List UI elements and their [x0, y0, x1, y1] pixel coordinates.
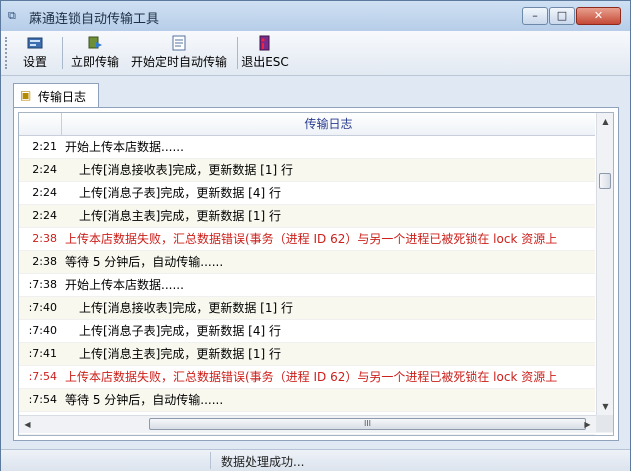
- row-message: 等待 5 分钟后，自动传输......: [65, 393, 224, 407]
- scroll-right-icon[interactable]: ▶: [579, 416, 596, 433]
- window-title: 蔴通连锁自动传输工具: [29, 12, 160, 27]
- transfer-now-button[interactable]: 立即传输: [67, 35, 123, 71]
- app-icon: ⧉: [8, 9, 16, 22]
- scrollbar-corner: [596, 415, 613, 432]
- settings-label: 设置: [22, 55, 47, 69]
- start-auto-transfer-button[interactable]: 开始定时自动传输: [127, 35, 231, 71]
- settings-button[interactable]: 设置: [13, 35, 57, 71]
- tab-transfer-log-label: 传输日志: [38, 90, 87, 104]
- row-message: 上传本店数据失败，汇总数据错误(事务（进程 ID 62）与另一个进程已被死锁在 …: [65, 370, 558, 384]
- start-auto-transfer-label: 开始定时自动传输: [130, 55, 227, 69]
- status-text: 数据处理成功...: [221, 455, 305, 469]
- exit-door-icon: [257, 35, 273, 51]
- vertical-scroll-thumb[interactable]: [599, 173, 611, 189]
- toolbar: 设置 立即传输 开始定时自动传输 退出ESC: [1, 31, 630, 76]
- table-row[interactable]: 2:38 上传本店数据失败，汇总数据错误(事务（进程 ID 62）与另一个进程已被…: [19, 228, 595, 251]
- app-window: ⧉ 蔴通连锁自动传输工具 – □ ✕ 设置 立即传输 开始定时自动传输 退出ES…: [0, 0, 631, 471]
- log-icon: ▣: [20, 88, 32, 102]
- row-time: 2:24: [32, 186, 57, 199]
- log-rows: 2:21 开始上传本店数据...... 2:24 上传[消息接收表]完成，更新数据 […: [19, 136, 595, 435]
- row-message: 上传[消息主表]完成，更新数据 [1] 行: [79, 209, 281, 223]
- tab-transfer-log[interactable]: ▣ 传输日志: [13, 83, 99, 107]
- row-time: :7:54: [28, 370, 57, 383]
- row-time: :7:40: [28, 301, 57, 314]
- transfer-now-label: 立即传输: [70, 55, 119, 69]
- toolbar-separator: [237, 37, 238, 69]
- table-row[interactable]: 2:38 等待 5 分钟后，自动传输......: [19, 251, 595, 274]
- status-bar: 数据处理成功...: [1, 449, 630, 471]
- row-time: :7:40: [28, 324, 57, 337]
- table-row[interactable]: 2:21 开始上传本店数据......: [19, 136, 595, 159]
- toolbar-separator: [62, 37, 63, 69]
- toolbar-grip[interactable]: [5, 37, 10, 69]
- exit-button[interactable]: 退出ESC: [241, 35, 289, 71]
- table-row[interactable]: :7:40 上传[消息接收表]完成，更新数据 [1] 行: [19, 297, 595, 320]
- table-row[interactable]: :7:40 上传[消息子表]完成，更新数据 [4] 行: [19, 320, 595, 343]
- row-time: 2:38: [32, 232, 57, 245]
- row-message: 上传[消息接收表]完成，更新数据 [1] 行: [79, 301, 293, 315]
- row-message: 上传本店数据失败，汇总数据错误(事务（进程 ID 62）与另一个进程已被死锁在 …: [65, 232, 558, 246]
- row-time: 2:38: [32, 255, 57, 268]
- row-message: 开始上传本店数据......: [65, 140, 184, 154]
- schedule-icon: [171, 35, 187, 51]
- log-grid: 传输日志 2:21 开始上传本店数据...... 2:24 上传[消息接收表]完成，更…: [18, 112, 614, 436]
- scroll-up-icon[interactable]: ▲: [597, 113, 613, 130]
- settings-icon: [27, 35, 43, 51]
- table-row[interactable]: 2:24 上传[消息子表]完成，更新数据 [4] 行: [19, 182, 595, 205]
- vertical-scrollbar[interactable]: ▲ ▼: [596, 113, 613, 415]
- table-row[interactable]: :7:54 上传本店数据失败，汇总数据错误(事务（进程 ID 62）与另一个进程已…: [19, 366, 595, 389]
- row-message: 上传[消息子表]完成，更新数据 [4] 行: [79, 324, 281, 338]
- close-button[interactable]: ✕: [576, 7, 621, 25]
- scroll-left-icon[interactable]: ◀: [19, 416, 36, 433]
- row-time: :7:54: [28, 393, 57, 406]
- column-header-log[interactable]: 传输日志: [62, 113, 595, 135]
- transfer-icon: [87, 35, 103, 51]
- title-bar[interactable]: ⧉ 蔴通连锁自动传输工具 – □ ✕: [1, 1, 630, 32]
- column-header-time[interactable]: [19, 113, 62, 135]
- row-time: 2:21: [32, 140, 57, 153]
- row-time: :7:41: [28, 347, 57, 360]
- row-message: 上传[消息子表]完成，更新数据 [4] 行: [79, 186, 281, 200]
- table-row[interactable]: :7:38 开始上传本店数据......: [19, 274, 595, 297]
- grid-header: 传输日志: [19, 113, 595, 136]
- table-row[interactable]: 2:24 上传[消息主表]完成，更新数据 [1] 行: [19, 205, 595, 228]
- tab-panel: 传输日志 2:21 开始上传本店数据...... 2:24 上传[消息接收表]完成，更…: [13, 107, 619, 441]
- maximize-button[interactable]: □: [549, 7, 575, 25]
- minimize-button[interactable]: –: [522, 7, 548, 25]
- row-time: :7:38: [28, 278, 57, 291]
- scroll-down-icon[interactable]: ▼: [597, 398, 613, 415]
- status-segment-left: [1, 452, 211, 469]
- row-message: 开始上传本店数据......: [65, 278, 184, 292]
- table-row[interactable]: 2:24 上传[消息接收表]完成，更新数据 [1] 行: [19, 159, 595, 182]
- exit-label: 退出ESC: [241, 55, 289, 69]
- row-time: 2:24: [32, 209, 57, 222]
- row-time: 2:24: [32, 163, 57, 176]
- horizontal-scrollbar[interactable]: ◀ III ▶: [19, 415, 613, 433]
- row-message: 上传[消息主表]完成，更新数据 [1] 行: [79, 347, 281, 361]
- row-message: 等待 5 分钟后，自动传输......: [65, 255, 224, 269]
- table-row[interactable]: :7:41 上传[消息主表]完成，更新数据 [1] 行: [19, 343, 595, 366]
- table-row[interactable]: :7:54 等待 5 分钟后，自动传输......: [19, 389, 595, 412]
- row-message: 上传[消息接收表]完成，更新数据 [1] 行: [79, 163, 293, 177]
- horizontal-scroll-thumb[interactable]: III: [149, 418, 586, 430]
